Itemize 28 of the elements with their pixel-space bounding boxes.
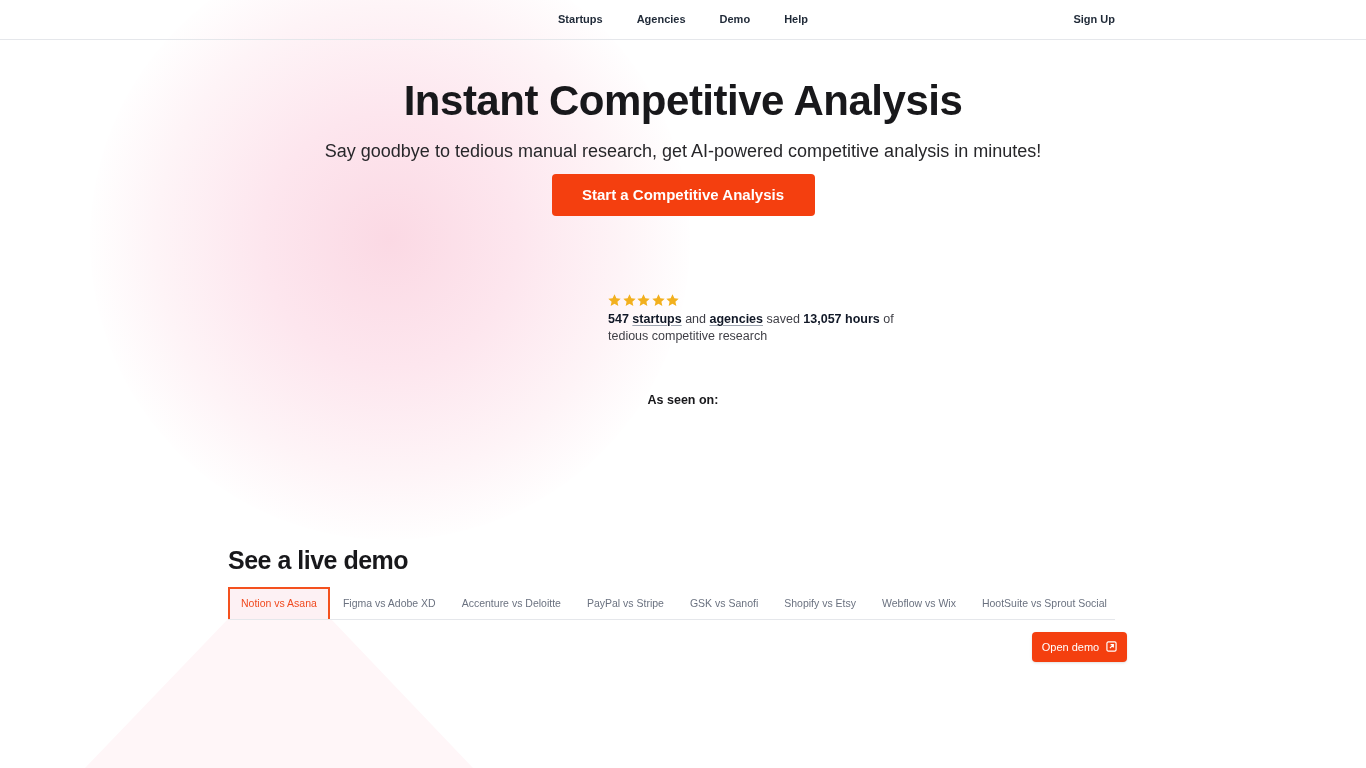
- demo-tab[interactable]: Accenture vs Deloitte: [448, 586, 574, 619]
- demo-tab[interactable]: PayPal vs Stripe: [573, 586, 677, 619]
- star-icon: [637, 294, 650, 307]
- start-analysis-button[interactable]: Start a Competitive Analysis: [551, 174, 815, 216]
- demo-tab[interactable]: Shopify vs Etsy: [771, 586, 869, 619]
- demo-section-title: See a live demo: [228, 544, 410, 576]
- demo-tab[interactable]: Notion vs Asana: [228, 586, 330, 619]
- hero-subtitle: Say goodbye to tedious manual research, get AI-powered competitive analysis in minutes!: [324, 140, 1042, 163]
- nav-link[interactable]: Agencies: [636, 11, 686, 28]
- nav-link[interactable]: Help: [784, 11, 808, 28]
- star-icon: [608, 294, 621, 307]
- sign-up-link[interactable]: Sign Up: [1073, 11, 1115, 28]
- demo-tab[interactable]: HootSuite vs Sprout Social: [968, 586, 1120, 619]
- demo-tab[interactable]: Webflow vs Wix: [869, 586, 969, 619]
- open-demo-button[interactable]: Open demo: [1032, 631, 1127, 662]
- savings-text: 547 startups and agencies saved 13,057 hours of tedious competitive research: [608, 311, 895, 345]
- external-link-icon: [1106, 641, 1118, 653]
- star-icon: [622, 294, 636, 307]
- hero-title: Instant Competitive Analysis: [403, 76, 963, 126]
- star-icon: [666, 294, 679, 307]
- as-seen-on-label: As seen on:: [647, 392, 719, 409]
- demo-tab[interactable]: GSK vs Sanofi: [676, 586, 772, 619]
- nav-link[interactable]: Startups: [558, 11, 603, 28]
- nav-link[interactable]: Demo: [719, 11, 751, 28]
- star-icon: [651, 294, 665, 307]
- text-link[interactable]: startups: [632, 312, 682, 326]
- text-link[interactable]: agencies: [709, 312, 763, 326]
- demo-tab[interactable]: Figma vs Adobe XD: [329, 586, 449, 619]
